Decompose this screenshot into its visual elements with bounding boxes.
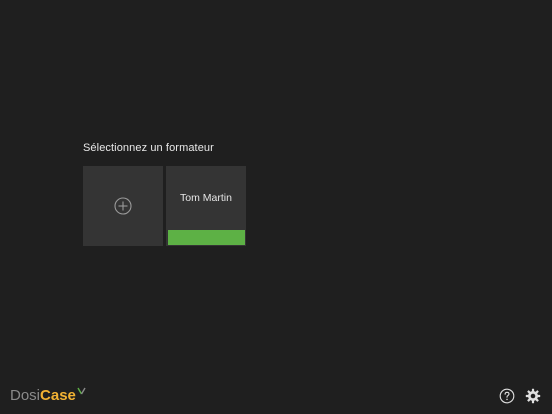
trainer-name: Tom Martin	[180, 192, 232, 204]
logo-text-dosi: Dosi	[10, 387, 41, 404]
help-circle-icon	[499, 388, 515, 404]
help-button[interactable]	[499, 388, 515, 404]
logo-text-case: Case	[40, 387, 76, 404]
trainer-card[interactable]: Tom Martin	[166, 166, 246, 246]
gear-icon	[525, 388, 541, 404]
page-title: Sélectionnez un formateur	[83, 142, 214, 154]
logo-mark-icon	[77, 387, 86, 395]
trainer-status-bar	[168, 230, 245, 245]
trainer-tiles: Tom Martin	[83, 166, 246, 246]
dosicase-logo: DosiCase	[10, 387, 86, 405]
add-trainer-button[interactable]	[83, 166, 163, 246]
plus-circle-icon	[114, 197, 132, 215]
settings-button[interactable]	[525, 388, 541, 404]
trainer-selection-screen: Sélectionnez un formateur Tom Martin Dos…	[0, 0, 552, 414]
